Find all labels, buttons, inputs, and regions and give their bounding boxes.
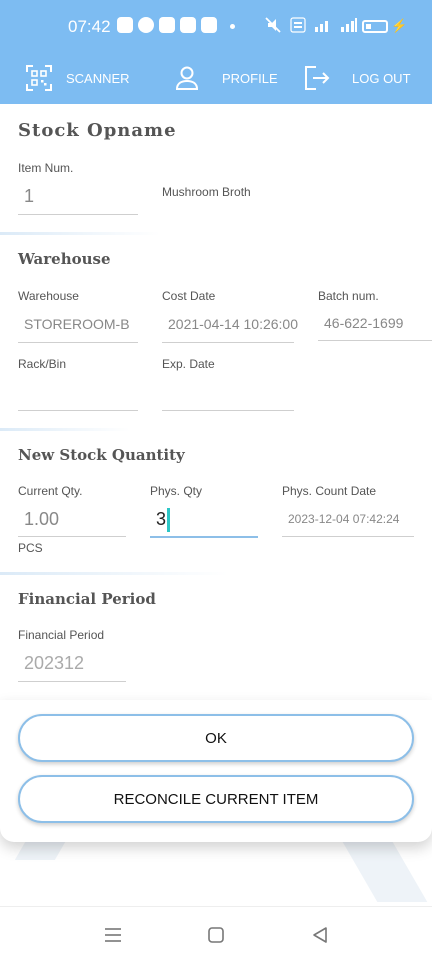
app-bar: SCANNER PROFILE LOG OUT: [0, 52, 432, 104]
cost-date-underline: [162, 342, 294, 343]
status-bar: 07:42 ⚡: [0, 0, 432, 52]
batch-num-field[interactable]: 46-622-1699: [324, 315, 403, 331]
page-title: Stock Opname: [18, 120, 177, 141]
unit-label: PCS: [18, 541, 43, 555]
cost-date-field[interactable]: 2021-04-14 10:26:00: [168, 316, 298, 332]
count-date-underline: [282, 536, 414, 537]
financial-period-label: Financial Period: [18, 628, 105, 642]
count-date-field[interactable]: 2023-12-04 07:42:24: [288, 512, 399, 526]
item-name: Mushroom Broth: [162, 185, 251, 199]
item-num-field[interactable]: 1: [24, 186, 34, 207]
background-shape: [342, 842, 428, 902]
financial-section-title: Financial Period: [18, 590, 156, 608]
qr-code-icon: [26, 65, 52, 91]
messenger-app-icon: [180, 17, 196, 33]
phys-qty-input[interactable]: 3: [156, 508, 171, 532]
financial-period-underline: [18, 681, 126, 682]
gallery-app-icon: [159, 17, 175, 33]
warehouse-field[interactable]: STOREROOM-B: [24, 316, 130, 332]
logout-label: LOG OUT: [352, 70, 411, 86]
signal-icon: [341, 18, 357, 32]
phys-qty-label: Phys. Qty: [150, 484, 203, 498]
logout-icon: [305, 66, 330, 90]
reconcile-button[interactable]: RECONCILE CURRENT ITEM: [18, 775, 414, 823]
signal-4g-icon: [315, 21, 328, 32]
current-qty-label: Current Qty.: [18, 484, 83, 498]
phys-qty-value: 3: [156, 508, 167, 529]
item-num-underline: [18, 214, 138, 215]
ok-button[interactable]: OK: [18, 714, 414, 762]
stock-section-title: New Stock Quantity: [18, 446, 185, 464]
system-nav-bar: [0, 906, 432, 960]
text-cursor: [167, 508, 171, 532]
batch-num-label: Batch num.: [318, 289, 379, 303]
warehouse-label: Warehouse: [18, 289, 79, 303]
phys-qty-underline: [150, 536, 258, 538]
profile-label: PROFILE: [222, 70, 278, 86]
scanner-button[interactable]: SCANNER: [26, 60, 130, 96]
menu-icon[interactable]: [103, 925, 123, 945]
chat-app-icon: [117, 17, 133, 33]
logout-button[interactable]: LOG OUT: [304, 60, 411, 96]
current-qty-underline: [18, 536, 126, 537]
battery-icon: [362, 20, 388, 33]
current-qty-field[interactable]: 1.00: [24, 509, 59, 530]
location-app-icon: [138, 17, 154, 33]
background-shape: [14, 842, 66, 860]
section-divider: [0, 232, 160, 235]
back-icon[interactable]: [310, 925, 330, 945]
action-panel: OK RECONCILE CURRENT ITEM: [0, 700, 432, 842]
rack-bin-label: Rack/Bin: [18, 357, 67, 371]
exp-date-underline: [162, 410, 294, 411]
more-notifications-dot: [230, 24, 235, 29]
system-icons: [264, 17, 358, 33]
rack-bin-underline: [18, 410, 138, 411]
mute-icon: [265, 17, 281, 33]
section-divider: [0, 428, 130, 431]
section-divider: [0, 572, 228, 575]
profile-icon: [175, 66, 199, 90]
profile-button[interactable]: PROFILE: [174, 60, 278, 96]
notification-icons: [117, 17, 217, 33]
batch-num-underline: [318, 340, 432, 341]
volte-icon: [290, 17, 306, 33]
exp-date-label: Exp. Date: [162, 357, 215, 371]
status-time: 07:42: [68, 17, 111, 36]
cost-date-label: Cost Date: [162, 289, 216, 303]
home-app-icon: [201, 17, 217, 33]
item-num-label: Item Num.: [18, 161, 74, 175]
scanner-label: SCANNER: [66, 70, 130, 86]
warehouse-underline: [18, 342, 138, 343]
warehouse-section-title: Warehouse: [18, 250, 111, 268]
financial-period-field[interactable]: 202312: [24, 653, 84, 674]
charging-icon: ⚡: [391, 18, 408, 33]
home-icon[interactable]: [206, 925, 226, 945]
count-date-label: Phys. Count Date: [282, 484, 377, 498]
